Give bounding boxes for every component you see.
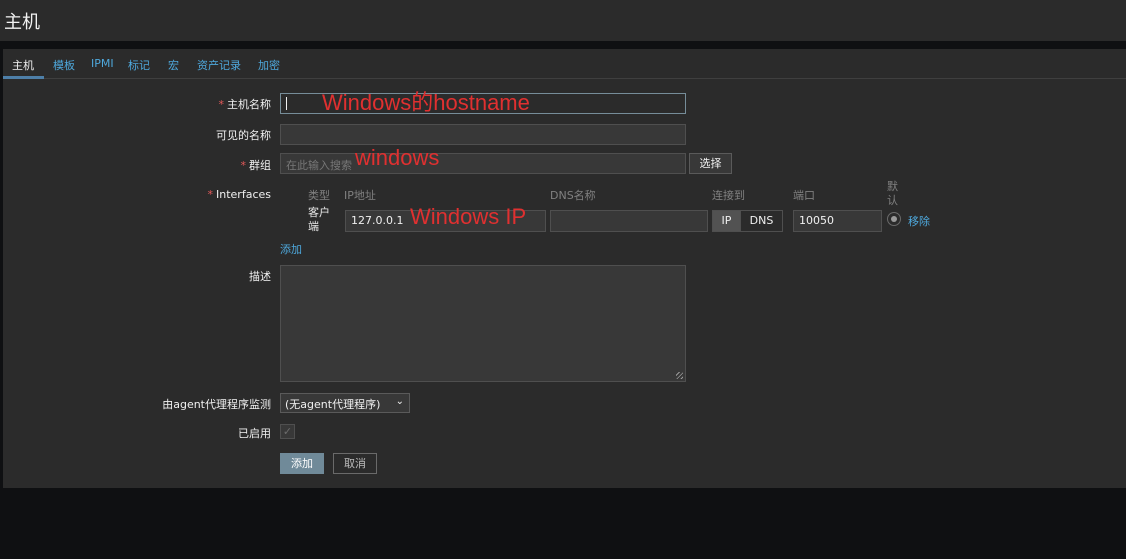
checkmark-icon: ✓ <box>282 425 293 438</box>
tab-tags[interactable]: 标记 <box>128 57 150 73</box>
chevron-down-icon: ⌄ <box>395 396 404 407</box>
visible-name-label: 可见的名称 <box>216 129 271 142</box>
interface-type: 客户端 <box>308 206 330 233</box>
hostname-label: * 主机名称 <box>218 98 272 111</box>
tab-macros[interactable]: 宏 <box>168 57 179 73</box>
tab-encryption[interactable]: 加密 <box>258 57 280 73</box>
tab-ipmi[interactable]: IPMI <box>91 57 114 70</box>
page-title: 主机 <box>4 12 40 33</box>
connect-dns-toggle[interactable]: DNS <box>740 210 783 232</box>
description-textarea[interactable] <box>280 265 686 382</box>
annotation-ip: Windows IP <box>410 204 527 229</box>
cancel-button[interactable]: 取消 <box>333 453 377 474</box>
tab-inventory[interactable]: 资产记录 <box>197 57 241 73</box>
tab-host[interactable]: 主机 <box>12 57 34 73</box>
dns-name-input[interactable] <box>550 210 708 232</box>
proxy-label: 由agent代理程序监测 <box>162 398 271 411</box>
tab-bar: 主机 模板 IPMI 标记 宏 资产记录 加密 <box>3 49 1126 79</box>
enabled-label: 已启用 <box>238 427 271 440</box>
col-connect: 连接到 <box>712 189 745 202</box>
connect-ip-toggle[interactable]: IP <box>712 210 741 232</box>
text-caret <box>286 97 287 110</box>
groups-placeholder: 在此输入搜索 <box>286 159 352 172</box>
header-bar: 主机 <box>0 0 1126 41</box>
col-ip: IP地址 <box>344 189 376 202</box>
port-input[interactable]: 10050 <box>793 210 882 232</box>
description-label: 描述 <box>249 270 271 283</box>
proxy-select[interactable]: (无agent代理程序) ⌄ <box>280 393 410 413</box>
add-interface-link[interactable]: 添加 <box>280 241 302 257</box>
col-default: 默认 <box>887 180 898 207</box>
col-dns: DNS名称 <box>550 189 596 202</box>
annotation-hostname: Windows的hostname <box>322 90 530 115</box>
resize-grip-icon[interactable] <box>676 372 683 379</box>
enabled-checkbox[interactable]: ✓ <box>280 424 295 439</box>
tab-templates[interactable]: 模板 <box>53 57 75 73</box>
default-interface-radio[interactable] <box>887 212 901 226</box>
groups-search-input[interactable]: 在此输入搜索 <box>280 153 686 174</box>
select-groups-button[interactable]: 选择 <box>689 153 732 174</box>
groups-label: * 群组 <box>240 159 272 172</box>
col-port: 端口 <box>793 189 815 202</box>
visible-name-input[interactable] <box>280 124 686 145</box>
col-type: 类型 <box>308 189 330 202</box>
interfaces-label: * Interfaces <box>207 188 271 201</box>
add-button[interactable]: 添加 <box>280 453 324 474</box>
annotation-groups: windows <box>355 145 440 170</box>
active-tab-indicator <box>3 76 44 79</box>
proxy-selected-value: (无agent代理程序) <box>285 398 381 411</box>
remove-interface-link[interactable]: 移除 <box>908 213 930 229</box>
